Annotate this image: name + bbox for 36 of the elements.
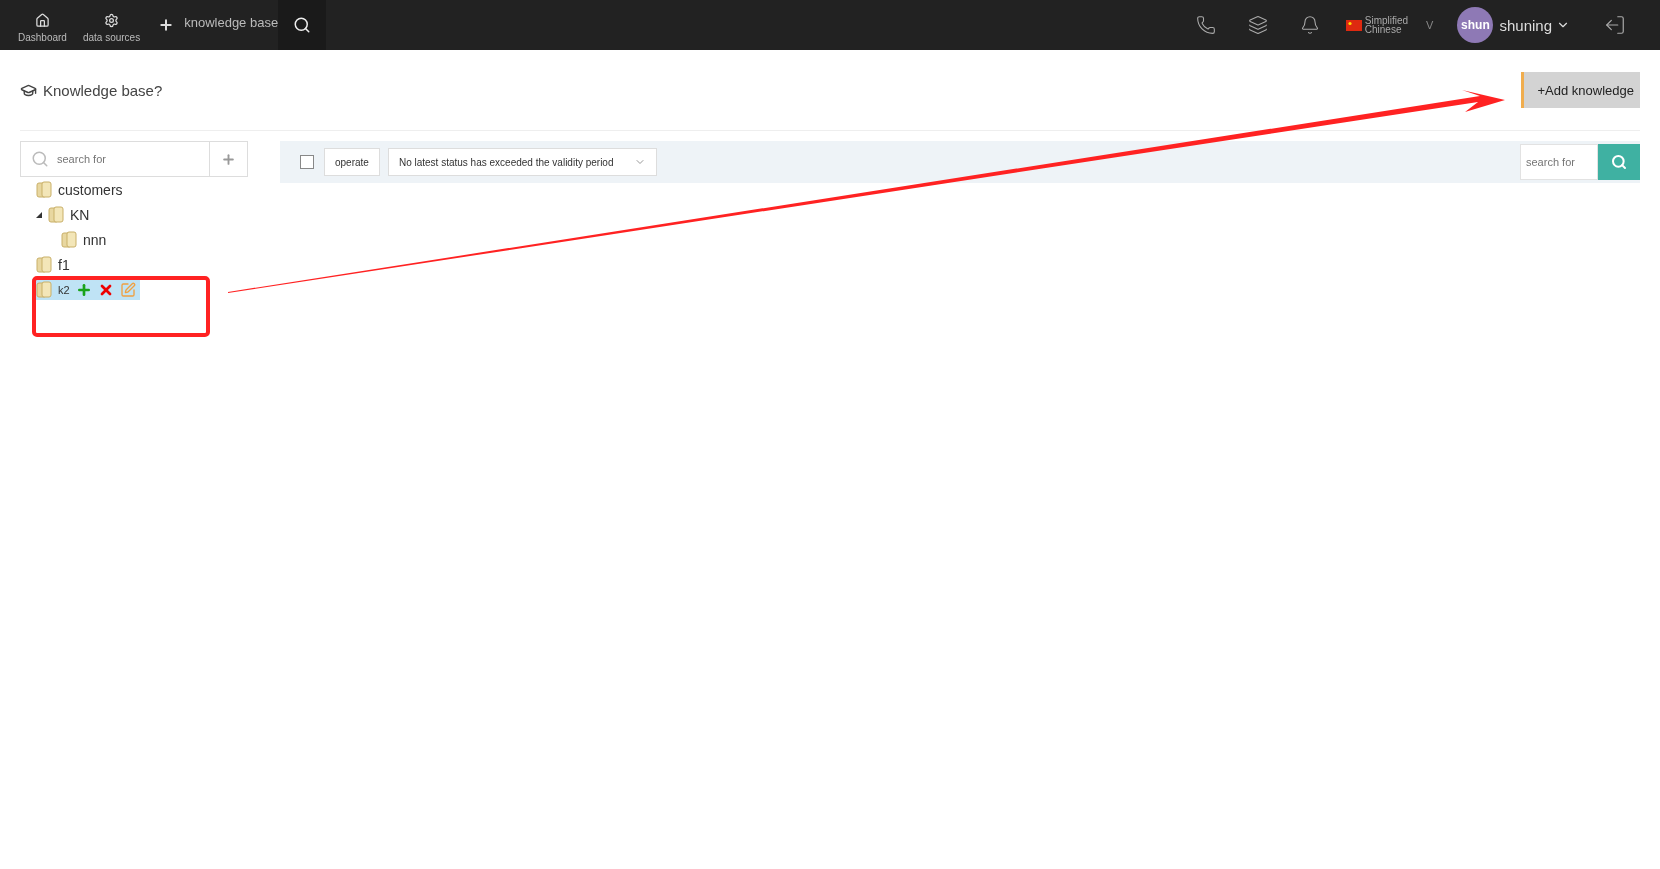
operate-select[interactable]: operate [324, 148, 380, 176]
home-icon[interactable] [34, 13, 50, 28]
search-icon [1611, 154, 1627, 170]
search-button[interactable] [1598, 144, 1640, 180]
add-knowledge-button[interactable]: +Add knowledge [1520, 72, 1640, 108]
checkbox[interactable] [300, 155, 314, 169]
gear-icon[interactable] [104, 13, 120, 28]
logout-icon[interactable] [1604, 14, 1626, 36]
expand-icon[interactable] [36, 211, 42, 218]
flag-icon [1345, 19, 1362, 31]
folder-icon [36, 281, 52, 298]
language-caret[interactable]: V [1426, 19, 1434, 31]
folder-icon [48, 206, 64, 223]
tree-node[interactable]: nnn [57, 229, 111, 250]
status-select[interactable]: No latest status has exceeded the validity period [387, 148, 657, 176]
tree-node[interactable]: customers [32, 179, 127, 200]
phone-icon[interactable] [1195, 15, 1216, 35]
search-field[interactable]: search for [1520, 144, 1598, 180]
tree-node[interactable]: f1 [32, 254, 74, 275]
search-icon[interactable] [293, 16, 312, 34]
plus-icon [221, 151, 236, 167]
nav-item[interactable]: data sources [74, 13, 149, 43]
language-selector[interactable]: Simplified Chinese [1364, 16, 1409, 34]
folder-icon [36, 256, 52, 273]
page-title: Knowledge base? [43, 81, 163, 99]
tree-node[interactable]: KN [32, 204, 94, 225]
folder-icon [61, 231, 77, 248]
bell-icon[interactable] [1299, 15, 1320, 35]
tree-search-bar[interactable]: search for [20, 141, 248, 177]
user-name[interactable]: shuning [1499, 16, 1552, 34]
knowledge-base-link[interactable]: knowledge base [184, 14, 279, 30]
user-avatar[interactable]: shun [1457, 7, 1494, 43]
layers-icon[interactable] [1247, 15, 1268, 35]
folder-icon [36, 181, 52, 198]
nav-item[interactable]: Dashboard [10, 13, 75, 43]
search-icon [31, 150, 49, 168]
